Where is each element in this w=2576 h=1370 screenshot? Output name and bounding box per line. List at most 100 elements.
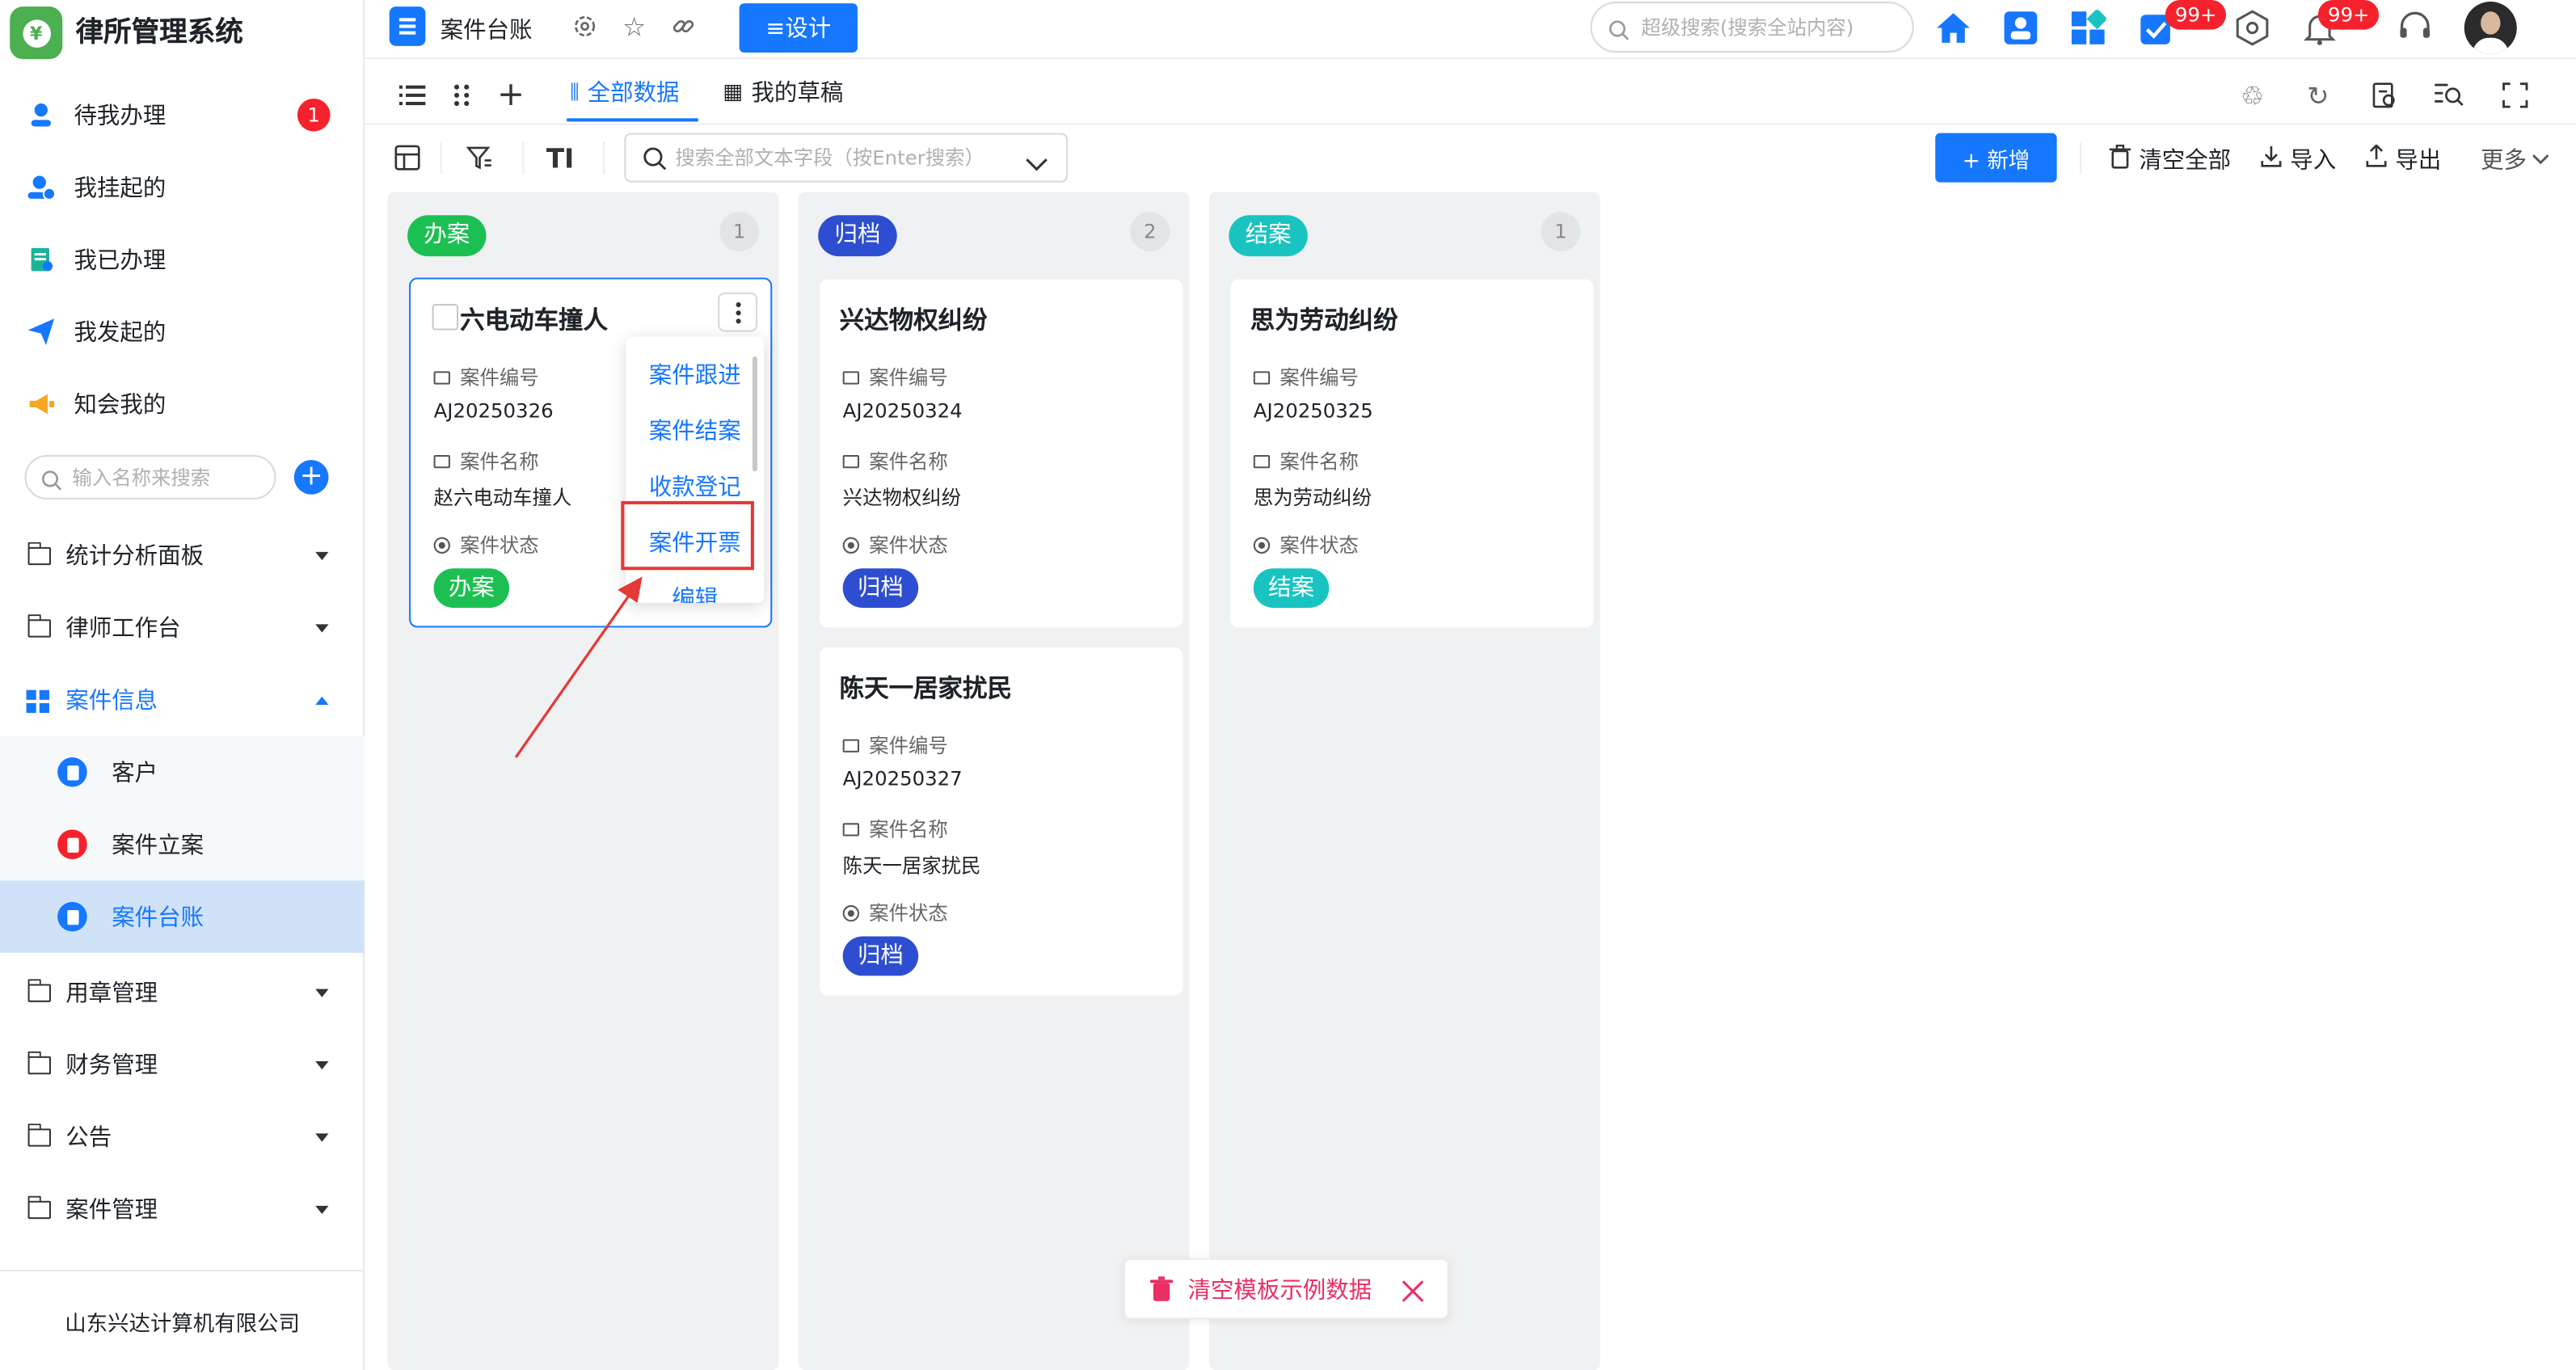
sidebar-item-suspended[interactable]: 我挂起的: [0, 151, 365, 223]
field-label-name: 案件名称: [842, 815, 948, 843]
sidebar-subitem-label: 案件台账: [112, 904, 204, 932]
sidebar-group-case-info[interactable]: 案件信息: [0, 664, 365, 736]
status-icon: [842, 536, 859, 553]
sidebar-subitem-filing[interactable]: 案件立案: [0, 807, 365, 881]
tag-icon: [842, 370, 859, 384]
hexagon-icon[interactable]: [2232, 8, 2272, 48]
export-button[interactable]: 导出: [2366, 143, 2441, 176]
column-count: 1: [1541, 212, 1581, 251]
sidebar-item-initiated[interactable]: 我发起的: [0, 296, 365, 368]
tab-all-data[interactable]: ⫼ 全部数据: [570, 75, 679, 108]
star-icon[interactable]: ☆: [616, 8, 652, 44]
layout-icon[interactable]: [390, 140, 426, 176]
trash-icon: [1149, 1276, 1174, 1309]
close-icon[interactable]: [1402, 1278, 1424, 1309]
record-search-box[interactable]: [624, 133, 1069, 183]
apps-icon[interactable]: [2068, 8, 2108, 48]
add-menu-button[interactable]: +: [293, 460, 329, 495]
support-headset-icon[interactable]: [2395, 8, 2435, 48]
add-record-button[interactable]: + 新增: [1935, 133, 2057, 183]
field-value-name: 赵六电动车撞人: [433, 486, 572, 510]
field-label-name: 案件名称: [433, 447, 539, 475]
kanban-column-closed: 结案 1 思为劳动纠纷 案件编号 AJ20250325 案件名称 思为劳动纠纷 …: [1208, 192, 1600, 1370]
menu-item-follow-up[interactable]: 案件跟进: [626, 352, 764, 401]
print-report-icon[interactable]: [2366, 78, 2402, 114]
column-count: 1: [719, 212, 760, 251]
filter-icon[interactable]: [462, 140, 498, 176]
menu-scrollbar[interactable]: [752, 356, 757, 472]
status-badge: 结案: [1253, 568, 1330, 609]
more-menu-button[interactable]: 更多: [2481, 143, 2549, 176]
clear-all-label: 清空全部: [2139, 147, 2232, 175]
global-search-input[interactable]: [1641, 15, 1888, 39]
tag-icon: [842, 738, 859, 752]
contacts-icon[interactable]: [2001, 8, 2041, 48]
refresh-icon[interactable]: ↻: [2300, 78, 2337, 114]
fullscreen-icon[interactable]: [2497, 78, 2533, 114]
annotation-arrow: [514, 576, 643, 758]
field-value-name: 兴达物权纠纷: [842, 486, 962, 510]
sidebar-item-label: 待我办理: [74, 103, 167, 130]
folder-icon: [27, 1050, 52, 1074]
sidebar-subitem-client[interactable]: 客户: [0, 736, 365, 808]
field-label-code: 案件编号: [842, 731, 948, 759]
sidebar-subitem-label: 案件立案: [112, 833, 204, 859]
sidebar-group-finance[interactable]: 财务管理: [0, 1028, 365, 1100]
global-search-box[interactable]: [1590, 2, 1914, 53]
card-title: 陈天一居家扰民: [839, 673, 1013, 703]
sidebar-subitem-ledger[interactable]: 案件台账: [0, 880, 365, 953]
megaphone-icon: [24, 388, 57, 421]
sidebar-item-done[interactable]: 我已办理: [0, 223, 365, 295]
sidebar-group-seal[interactable]: 用章管理: [0, 956, 365, 1028]
sidebar-group-case-mgmt[interactable]: 案件管理: [0, 1173, 365, 1245]
case-card[interactable]: 兴达物权纠纷 案件编号 AJ20250324 案件名称 兴达物权纠纷 案件状态 …: [820, 279, 1183, 628]
text-size-icon[interactable]: TI: [542, 140, 579, 176]
settings-icon[interactable]: [567, 8, 603, 44]
case-card[interactable]: 陈天一居家扰民 案件编号 AJ20250327 案件名称 陈天一居家扰民 案件状…: [820, 647, 1183, 996]
sidebar-item-todo[interactable]: 待我办理 1: [0, 79, 365, 151]
add-view-icon[interactable]: +: [493, 74, 529, 113]
sidebar-group-label: 案件信息: [65, 688, 158, 715]
clear-all-button[interactable]: 清空全部: [2109, 143, 2232, 176]
send-icon: [24, 315, 57, 348]
clear-sample-data-bar[interactable]: 清空模板示例数据: [1124, 1258, 1449, 1320]
search-list-icon[interactable]: [2431, 78, 2468, 114]
field-label-status: 案件状态: [1253, 530, 1359, 559]
case-card[interactable]: 思为劳动纠纷 案件编号 AJ20250325 案件名称 思为劳动纠纷 案件状态 …: [1230, 279, 1594, 628]
user-avatar[interactable]: [2464, 2, 2517, 55]
download-icon: [2261, 145, 2282, 175]
chevron-down-icon: [315, 550, 329, 560]
design-button[interactable]: ≡设计: [739, 3, 858, 53]
sidebar-item-cc[interactable]: 知会我的: [0, 368, 365, 440]
link-icon[interactable]: [665, 8, 702, 44]
sidebar-item-label: 我挂起的: [74, 175, 167, 202]
page-tab-title[interactable]: 案件台账: [441, 13, 533, 46]
card-more-button[interactable]: [718, 292, 757, 332]
sidebar-group-notice[interactable]: 公告: [0, 1101, 365, 1173]
menu-item-close-case[interactable]: 案件结案: [626, 407, 764, 457]
sidebar-group-lawyer[interactable]: 律师工作台: [0, 592, 365, 664]
chevron-down-icon[interactable]: [1025, 148, 1048, 179]
card-title: 六电动车撞人: [460, 306, 609, 335]
sidebar-search-box[interactable]: [24, 455, 276, 500]
import-button[interactable]: 导入: [2261, 143, 2336, 176]
export-label: 导出: [2395, 147, 2442, 175]
recycle-icon[interactable]: ♲: [2234, 78, 2270, 114]
record-search-input[interactable]: [675, 145, 1004, 170]
grid-icon: [26, 689, 49, 720]
tab-my-drafts[interactable]: ▦ 我的草稿: [723, 75, 843, 108]
home-icon[interactable]: [1933, 8, 1973, 48]
user-pause-icon: [24, 171, 57, 204]
list-icon[interactable]: [394, 78, 431, 114]
sidebar-search-input[interactable]: [72, 466, 267, 489]
sidebar-item-label: 我已办理: [74, 247, 167, 275]
tag-icon: [433, 453, 450, 468]
tab-label: 全部数据: [587, 80, 680, 107]
drag-handle-icon[interactable]: [444, 78, 480, 114]
folder-icon: [27, 1123, 52, 1146]
card-checkbox[interactable]: [432, 304, 459, 331]
clear-sample-data-label: 清空模板示例数据: [1187, 1277, 1372, 1304]
table-icon: ▦: [723, 79, 744, 105]
user-pending-icon: [24, 99, 57, 132]
sidebar-group-stats[interactable]: 统计分析面板: [0, 519, 365, 591]
